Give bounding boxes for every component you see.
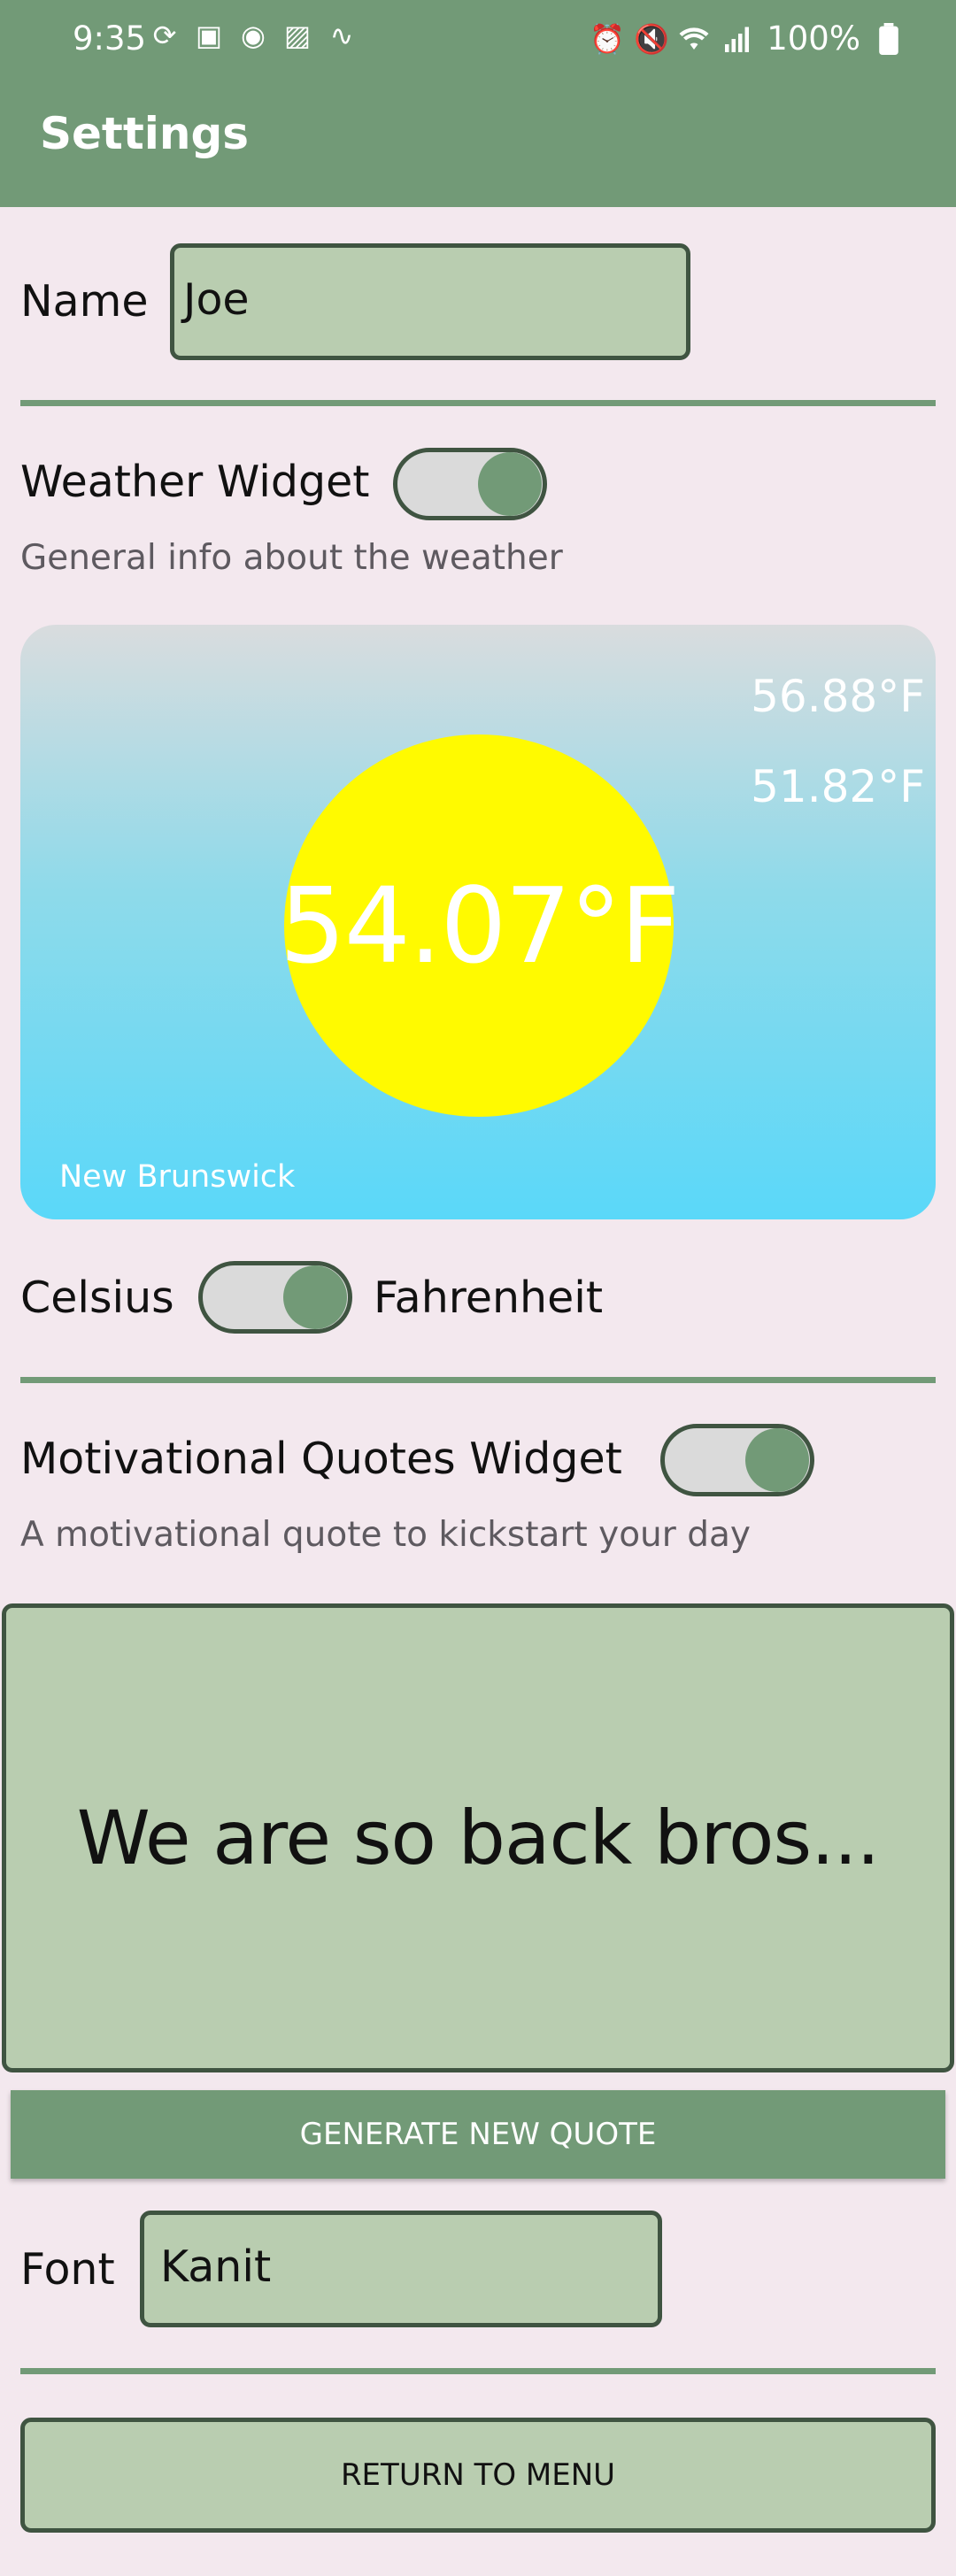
return-to-menu-button[interactable]: RETURN TO MENU: [20, 2418, 936, 2533]
divider: [20, 400, 936, 406]
quotes-widget-description: A motivational quote to kickstart your d…: [20, 1515, 751, 1555]
weather-card: 54.07°F 56.88°F 51.82°F New Brunswick: [20, 625, 936, 1219]
divider: [20, 1377, 936, 1383]
battery-icon: [873, 22, 905, 55]
celsius-label: Celsius: [20, 1273, 174, 1323]
wifi-icon: [678, 23, 710, 55]
quote-text: We are so back bros...: [76, 1795, 881, 1881]
assistant-icon: ◉: [241, 19, 266, 52]
low-temperature: 51.82°F: [751, 761, 925, 812]
quotes-widget-toggle[interactable]: [660, 1424, 814, 1496]
font-input[interactable]: Kanit: [140, 2211, 662, 2327]
name-label: Name: [20, 276, 149, 327]
status-time: 9:35: [73, 19, 147, 58]
battery-percent: 100%: [767, 19, 860, 58]
toggle-knob: [478, 452, 542, 516]
gallery-icon: ▨: [283, 19, 312, 52]
status-bar: 9:35 ⟳ ▣ ◉ ▨ ∿ ⏰ 🔇 100%: [0, 0, 956, 81]
high-temperature: 56.88°F: [751, 671, 925, 722]
quote-card: We are so back bros...: [2, 1603, 954, 2072]
page-title: Settings: [40, 108, 250, 159]
name-input[interactable]: Joe: [170, 243, 690, 360]
toggle-knob: [283, 1265, 347, 1329]
notification-icons: ⟳ ▣ ◉ ▨ ∿: [149, 19, 358, 51]
signal-icon: [722, 23, 754, 55]
system-icons: ⏰ 🔇 100%: [590, 19, 905, 58]
font-label: Font: [20, 2244, 115, 2295]
mute-icon: 🔇: [634, 21, 670, 56]
divider: [20, 2368, 936, 2374]
quotes-widget-label: Motivational Quotes Widget: [20, 1434, 622, 1484]
weather-widget-description: General info about the weather: [20, 538, 563, 578]
weather-widget-label: Weather Widget: [20, 457, 370, 507]
toggle-knob: [745, 1428, 809, 1492]
app-bar: Settings: [0, 81, 956, 207]
generate-quote-button[interactable]: GENERATE NEW QUOTE: [11, 2090, 945, 2179]
sync-icon: ⟳: [152, 19, 177, 52]
weather-widget-toggle[interactable]: [393, 448, 547, 520]
location-label: New Brunswick: [59, 1159, 296, 1195]
fahrenheit-label: Fahrenheit: [374, 1273, 604, 1323]
alarm-icon: ⏰: [590, 21, 626, 56]
current-temperature: 54.07°F: [279, 865, 681, 987]
audio-wave-icon: ∿: [329, 19, 354, 52]
voicemail-icon: ▣: [195, 19, 223, 52]
unit-toggle[interactable]: [198, 1261, 352, 1334]
